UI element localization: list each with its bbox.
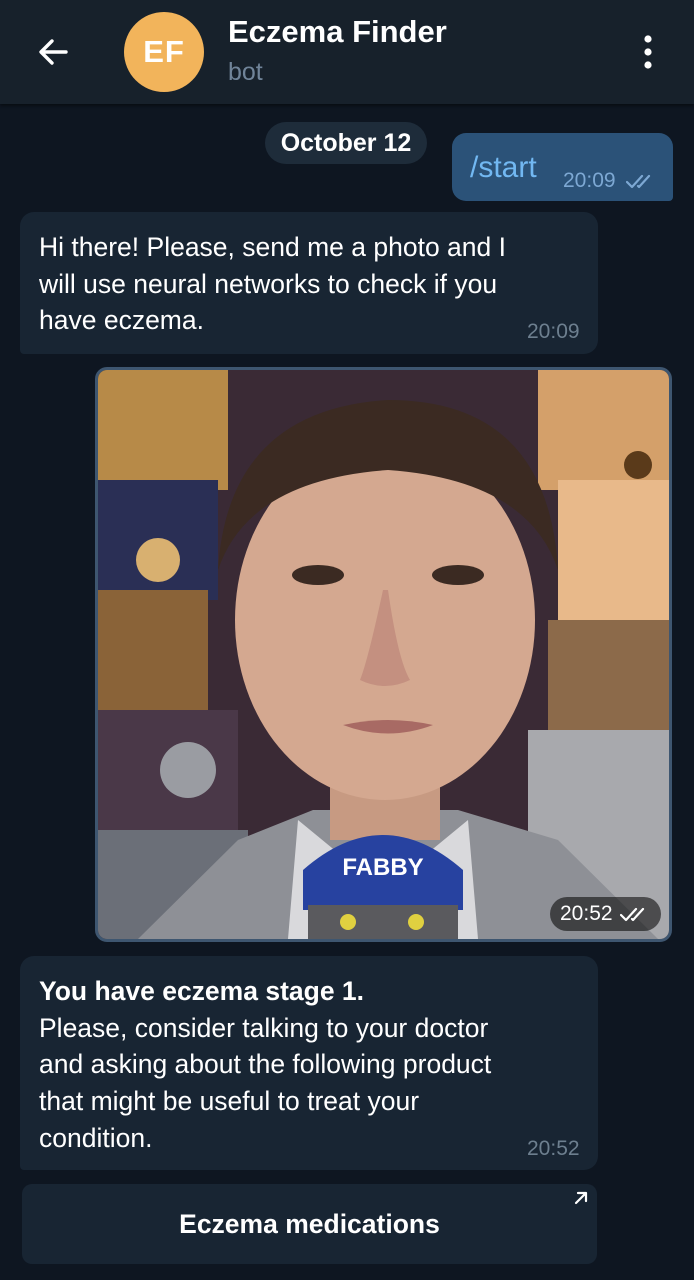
message-text: Hi there! Please, send me a photo and I …: [39, 232, 506, 336]
incoming-message[interactable]: Hi there! Please, send me a photo and I …: [20, 212, 598, 354]
message-time: 20:09: [527, 320, 580, 343]
cap-text: FABBY: [342, 854, 423, 881]
user-selfie-photo: FABBY: [98, 370, 669, 939]
chat-header: EF Eczema Finder bot: [0, 0, 694, 104]
message-text: You have eczema stage 1. Please, conside…: [39, 976, 492, 1153]
back-button[interactable]: [30, 30, 78, 74]
incoming-message[interactable]: You have eczema stage 1. Please, conside…: [20, 956, 598, 1170]
arrow-left-icon: [39, 39, 68, 65]
message-time: 20:09: [563, 169, 616, 192]
chat-subtitle: bot: [228, 58, 263, 86]
more-vertical-icon: [644, 35, 652, 69]
inline-button-label: Eczema medications: [179, 1208, 440, 1239]
date-separator: October 12: [265, 122, 427, 164]
message-time: 20:52: [527, 1137, 580, 1160]
double-check-icon: [620, 907, 645, 922]
external-link-arrow-icon: [574, 1191, 588, 1205]
outgoing-message[interactable]: /start 20:09: [452, 133, 673, 201]
photo-time-badge: 20:52: [550, 897, 661, 931]
more-options-button[interactable]: [632, 32, 664, 72]
chat-title[interactable]: Eczema Finder: [228, 14, 447, 50]
avatar[interactable]: EF: [124, 12, 204, 92]
message-time: 20:52: [560, 902, 613, 925]
photo-message[interactable]: FABBY 20:52: [95, 367, 672, 942]
bot-command-link[interactable]: /start: [470, 151, 537, 185]
eczema-medications-button[interactable]: Eczema medications: [22, 1184, 597, 1264]
double-check-icon: [626, 174, 651, 189]
